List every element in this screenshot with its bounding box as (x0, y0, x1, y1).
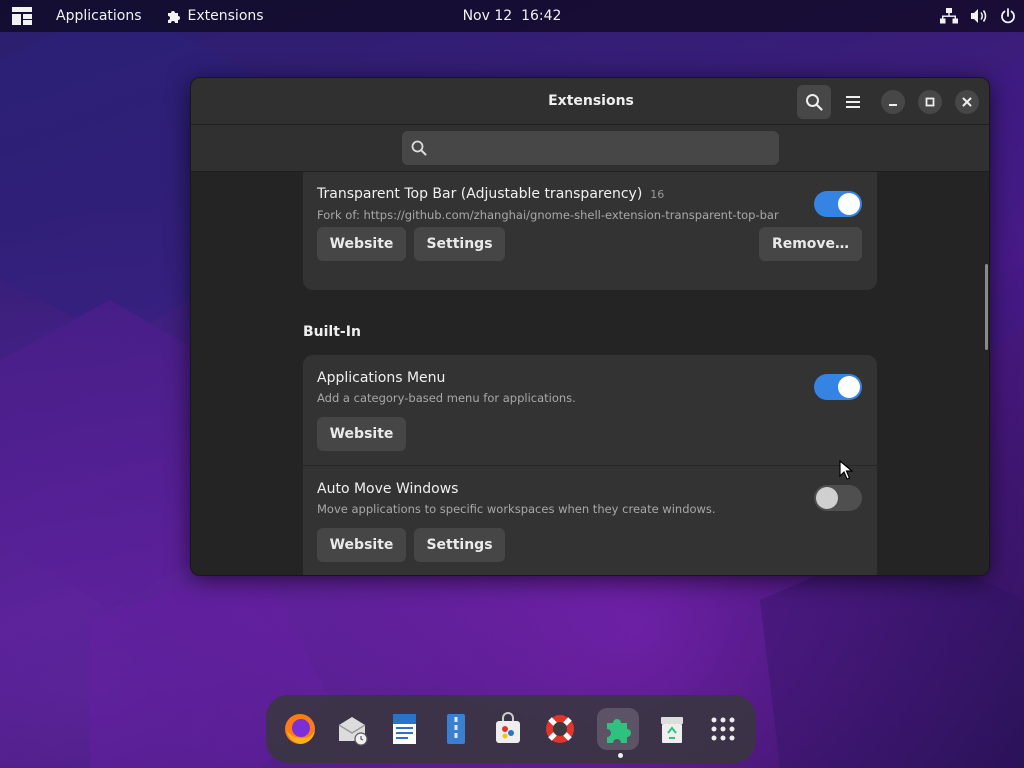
extension-toggle-switch[interactable] (814, 374, 862, 400)
clock-label: Nov 12 16:42 (462, 8, 562, 24)
applications-menu-button[interactable]: Applications (46, 0, 152, 32)
settings-button[interactable]: Settings (414, 528, 505, 562)
dock-item-writer[interactable] (383, 708, 425, 750)
extension-name: Applications Menu (317, 370, 446, 386)
search-bar (191, 125, 989, 172)
search-toggle-button[interactable] (797, 85, 831, 119)
file-manager-icon (438, 711, 474, 747)
extension-description: Add a category-based menu for applicatio… (317, 391, 576, 405)
dock-item-trash[interactable] (651, 708, 693, 750)
extensions-puzzle-icon (601, 712, 635, 746)
puzzle-piece-icon (166, 8, 182, 24)
extension-description: Fork of: https://github.com/zhanghai/gno… (317, 208, 779, 222)
extensions-window: Extensions Transparent Top Bar (Adjustab… (190, 77, 990, 576)
minimize-icon (888, 97, 898, 107)
minimize-button[interactable] (881, 90, 905, 114)
toggle-knob (838, 376, 860, 398)
evolution-mail-icon (334, 711, 370, 747)
builtin-section-title: Built-In (303, 324, 361, 340)
power-icon (1000, 8, 1016, 24)
trash-icon (654, 711, 690, 747)
volume-icon (970, 8, 988, 24)
focused-app-menu[interactable]: Extensions (152, 0, 274, 32)
maximize-icon (925, 97, 935, 107)
window-title: Extensions (548, 93, 634, 109)
firefox-icon (282, 711, 318, 747)
user-extensions-card: Transparent Top Bar (Adjustable transpar… (303, 172, 877, 290)
extension-description: Move applications to specific workspaces… (317, 502, 716, 516)
applications-label: Applications (56, 8, 142, 24)
search-icon (411, 140, 427, 156)
extension-version: 16 (650, 188, 665, 201)
app-grid-icon (710, 716, 736, 742)
dock-item-software[interactable] (487, 708, 529, 750)
extension-row-applications-menu[interactable]: Applications Menu Add a category-based m… (303, 355, 877, 466)
extension-toggle-switch[interactable] (814, 485, 862, 511)
extension-row-auto-move-windows[interactable]: Auto Move Windows Move applications to s… (303, 466, 877, 575)
website-button[interactable]: Website (317, 528, 406, 562)
top-bar: Applications Extensions Nov 12 16:42 (0, 0, 1024, 32)
network-wired-icon (940, 8, 958, 24)
extension-row-transparent-top-bar[interactable]: Transparent Top Bar (Adjustable transpar… (303, 172, 877, 290)
help-lifebuoy-icon (542, 711, 578, 747)
dock-item-help[interactable] (539, 708, 581, 750)
toggle-knob (816, 487, 838, 509)
builtin-extensions-card: Applications Menu Add a category-based m… (303, 355, 877, 575)
maximize-button[interactable] (918, 90, 942, 114)
hamburger-menu-icon (845, 95, 861, 109)
header-bar: Extensions (191, 78, 989, 125)
extensions-list[interactable]: Transparent Top Bar (Adjustable transpar… (191, 172, 989, 575)
extension-toggle-switch[interactable] (814, 191, 862, 217)
main-menu-button[interactable] (836, 85, 870, 119)
website-button[interactable]: Website (317, 227, 406, 261)
focused-app-label: Extensions (187, 8, 264, 24)
activities-button[interactable] (0, 0, 46, 32)
close-button[interactable] (955, 90, 979, 114)
website-button[interactable]: Website (317, 417, 406, 451)
settings-button[interactable]: Settings (414, 227, 505, 261)
dock-item-show-apps[interactable] (702, 708, 744, 750)
software-store-icon (490, 711, 526, 747)
dock-item-extensions[interactable] (597, 708, 639, 750)
running-indicator (618, 753, 623, 758)
vertical-scrollbar[interactable] (985, 264, 988, 350)
dock-item-mail[interactable] (331, 708, 373, 750)
extension-name: Auto Move Windows (317, 481, 459, 497)
activities-overview-icon (12, 7, 32, 25)
toggle-knob (838, 193, 860, 215)
dock-item-firefox[interactable] (279, 708, 321, 750)
search-input[interactable] (402, 131, 779, 165)
dock-item-files[interactable] (435, 708, 477, 750)
system-tray[interactable] (940, 0, 1016, 32)
writer-document-icon (386, 711, 422, 747)
extension-name: Transparent Top Bar (Adjustable transpar… (317, 186, 664, 202)
remove-button[interactable]: Remove… (759, 227, 862, 261)
extension-name-label: Transparent Top Bar (Adjustable transpar… (317, 186, 643, 202)
clock-button[interactable]: Nov 12 16:42 (463, 0, 562, 32)
close-icon (962, 97, 972, 107)
mouse-cursor-icon (839, 460, 853, 480)
search-icon (805, 93, 823, 111)
dash-dock (266, 695, 756, 763)
